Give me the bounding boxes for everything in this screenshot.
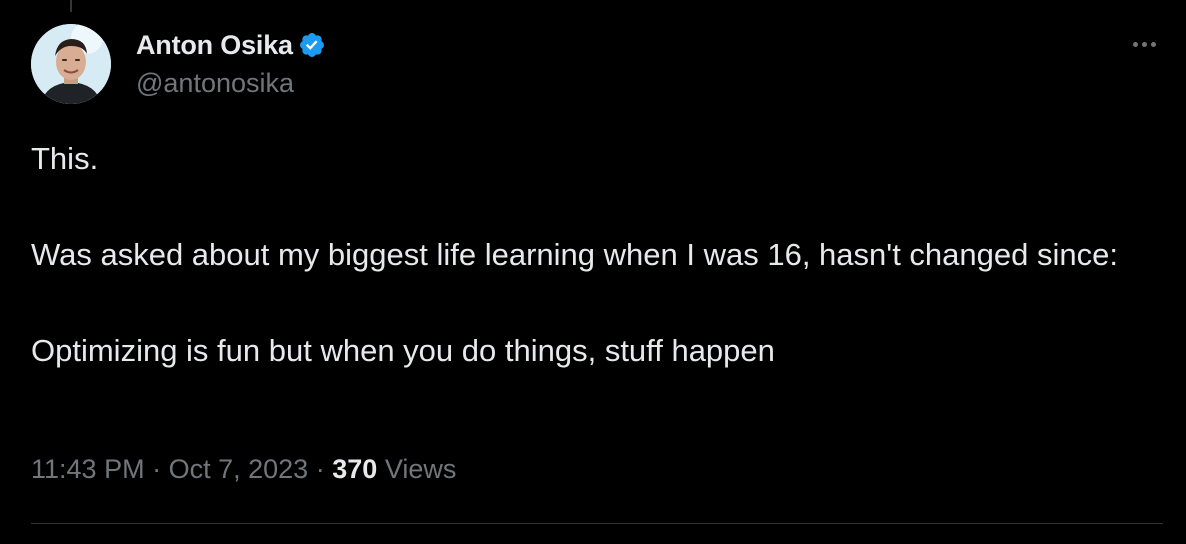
tweet-text-line: Optimizing is fun but when you do things… bbox=[31, 333, 775, 368]
tweet-text-line: This. bbox=[31, 141, 99, 176]
verified-badge-icon[interactable] bbox=[298, 31, 326, 59]
views-count[interactable]: 370 bbox=[332, 454, 377, 484]
tweet-time[interactable]: 11:43 PM bbox=[31, 454, 145, 484]
more-horizontal-icon-dot bbox=[1150, 41, 1156, 47]
tweet-metadata: 11:43 PM · Oct 7, 2023 · 370 Views bbox=[31, 454, 456, 485]
divider bbox=[31, 523, 1163, 524]
author-display-name[interactable]: Anton Osika bbox=[136, 30, 293, 61]
tweet-date[interactable]: Oct 7, 2023 bbox=[169, 454, 309, 484]
avatar[interactable] bbox=[31, 24, 111, 104]
more-options-button[interactable] bbox=[1124, 30, 1164, 58]
more-horizontal-icon bbox=[1132, 41, 1138, 47]
thread-connector-line bbox=[70, 0, 72, 12]
author-name-row: Anton Osika bbox=[136, 28, 326, 62]
tweet-text-line: Was asked about my biggest life learning… bbox=[31, 237, 1118, 272]
meta-separator: · bbox=[315, 454, 325, 484]
meta-separator: · bbox=[152, 454, 162, 484]
views-label: Views bbox=[384, 454, 457, 484]
more-horizontal-icon-dot bbox=[1141, 41, 1147, 47]
avatar-photo bbox=[31, 24, 111, 104]
author-handle[interactable]: @antonosika bbox=[136, 68, 294, 99]
tweet-text: This. Was asked about my biggest life le… bbox=[31, 135, 1161, 375]
